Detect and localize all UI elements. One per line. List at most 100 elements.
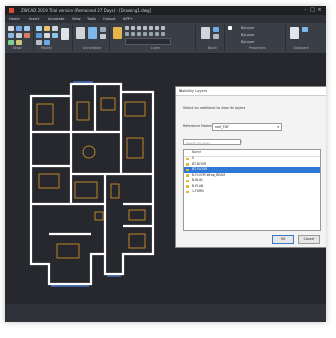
layer-name: 1-FURN: [192, 189, 204, 193]
sofa-furniture: [100, 97, 116, 111]
layer-tool-icon[interactable]: [149, 26, 153, 30]
edit-block-icon[interactable]: [213, 34, 219, 39]
table-furniture: [82, 145, 96, 159]
multiline-text-icon[interactable]: [76, 27, 85, 39]
close-icon[interactable]: ×: [317, 8, 322, 13]
copy-tool-icon[interactable]: [44, 26, 50, 31]
hatch-tool-icon[interactable]: [24, 33, 30, 38]
layer-tool-icon[interactable]: [131, 32, 135, 36]
menu-bar: Home Insert Annotate View Tools Output A…: [5, 15, 326, 23]
layer-tool-icon[interactable]: [125, 32, 129, 36]
status-bar: [5, 304, 326, 322]
polyline-tool-icon[interactable]: [16, 26, 22, 31]
layer-properties-icon[interactable]: [113, 27, 122, 39]
group-label-clipboard: Clipboard: [293, 46, 309, 50]
rotate-tool-icon[interactable]: [52, 26, 58, 31]
bed-furniture: [36, 103, 54, 125]
mirror-tool-icon[interactable]: [36, 33, 42, 38]
layer-dropdown[interactable]: [125, 38, 171, 45]
menu-item-insert[interactable]: Insert: [29, 15, 39, 23]
color-value[interactable]: ByLayer: [241, 26, 254, 30]
table-furniture: [126, 137, 144, 159]
erase-tool-icon[interactable]: [61, 28, 69, 40]
ribbon-divider: [33, 25, 34, 51]
layer-list[interactable]: Name 0 BT-DOOR BT-FLOOR B-FLOOR Wrap_BEA…: [183, 149, 321, 231]
title-bar: ZWCAD 2019 Trial version (Remained 27 Da…: [5, 6, 326, 15]
minimize-icon[interactable]: –: [303, 8, 308, 13]
linetype-value[interactable]: ByLayer: [241, 33, 254, 37]
menu-item-tools[interactable]: Tools: [87, 15, 96, 23]
layer-search-input[interactable]: Search for layer: [183, 139, 241, 145]
menu-item-home[interactable]: Home: [9, 15, 20, 23]
layer-icon: [186, 185, 189, 188]
ok-button[interactable]: OK: [272, 235, 294, 244]
menu-item-view[interactable]: View: [72, 15, 81, 23]
sofa-furniture: [38, 173, 60, 189]
reference-name-value: xref_FDF: [215, 125, 229, 129]
search-icon[interactable]: ⌕: [240, 139, 246, 145]
stretch-tool-icon[interactable]: [36, 40, 42, 45]
ribbon-toolbar: Draw Modify Annotation Layer Block ByLay…: [5, 23, 326, 54]
leader-icon[interactable]: [100, 27, 106, 32]
ribbon-divider: [285, 25, 286, 51]
array-tool-icon[interactable]: [44, 40, 50, 45]
copy-clip-icon[interactable]: [302, 27, 308, 32]
arc-tool-icon[interactable]: [8, 33, 14, 38]
chevron-down-icon: ▾: [277, 125, 279, 129]
sofa-furniture: [128, 233, 146, 249]
group-label-layer: Layer: [151, 46, 161, 50]
layer-tool-icon[interactable]: [149, 32, 153, 36]
layer-icon: [186, 163, 189, 166]
maximize-icon[interactable]: □: [310, 8, 315, 13]
menu-item-annotate[interactable]: Annotate: [48, 15, 64, 23]
lineweight-value[interactable]: ByLayer: [241, 40, 254, 44]
cancel-button[interactable]: Cancel: [298, 235, 320, 244]
layer-tool-icon[interactable]: [125, 26, 129, 30]
layer-tool-icon[interactable]: [161, 26, 165, 30]
layer-tool-icon[interactable]: [143, 26, 147, 30]
layer-tool-icon[interactable]: [137, 26, 141, 30]
group-label-draw: Draw: [13, 46, 22, 50]
reference-name-select[interactable]: xref_FDF ▾: [212, 123, 282, 131]
dimension-icon[interactable]: [88, 27, 97, 39]
reference-name-label: Reference Name:: [183, 124, 213, 128]
layer-tool-icon[interactable]: [155, 32, 159, 36]
create-block-icon[interactable]: [213, 27, 219, 32]
color-swatch-icon[interactable]: [228, 26, 232, 30]
scale-tool-icon[interactable]: [44, 33, 50, 38]
outer-wall: [29, 82, 155, 286]
move-tool-icon[interactable]: [36, 26, 42, 31]
kitchen-furniture: [74, 181, 98, 199]
layer-tool-icon[interactable]: [131, 26, 135, 30]
menu-item-output[interactable]: Output: [103, 15, 115, 23]
bed-furniture: [76, 101, 90, 121]
dialog-instruction: Select an xrefblock to view its layers: [183, 106, 246, 110]
toilet-furniture: [110, 183, 120, 199]
close-icon[interactable]: ×: [179, 87, 325, 95]
application-window: ZWCAD 2019 Trial version (Remained 27 Da…: [5, 6, 326, 322]
paste-icon[interactable]: [290, 27, 299, 39]
layer-icon: [186, 168, 189, 171]
layer-icon: [186, 190, 189, 193]
rectangle-tool-icon[interactable]: [16, 33, 22, 38]
column-header-name: Name: [192, 150, 202, 154]
table-icon[interactable]: [100, 34, 106, 39]
layer-tool-icon[interactable]: [137, 32, 141, 36]
group-label-block: Block: [208, 46, 217, 50]
insert-block-icon[interactable]: [201, 27, 210, 39]
ribbon-divider: [195, 25, 196, 51]
circle-tool-icon[interactable]: [24, 26, 30, 31]
layer-list-item[interactable]: 1-FURN: [184, 189, 320, 195]
region-tool-icon[interactable]: [8, 40, 14, 45]
window-title: ZWCAD 2019 Trial version (Remained 27 Da…: [21, 8, 152, 13]
line-tool-icon[interactable]: [8, 26, 14, 31]
trim-tool-icon[interactable]: [52, 33, 58, 38]
group-label-properties: Properties: [249, 46, 266, 50]
layer-icon: [186, 174, 189, 177]
menu-item-app-plus[interactable]: APP+: [123, 15, 133, 23]
layer-tool-icon[interactable]: [143, 32, 147, 36]
text-tool-icon[interactable]: [16, 40, 22, 45]
floor-plan-windows: [51, 81, 121, 287]
layer-tool-icon[interactable]: [155, 26, 159, 30]
layer-tool-icon[interactable]: [161, 32, 165, 36]
